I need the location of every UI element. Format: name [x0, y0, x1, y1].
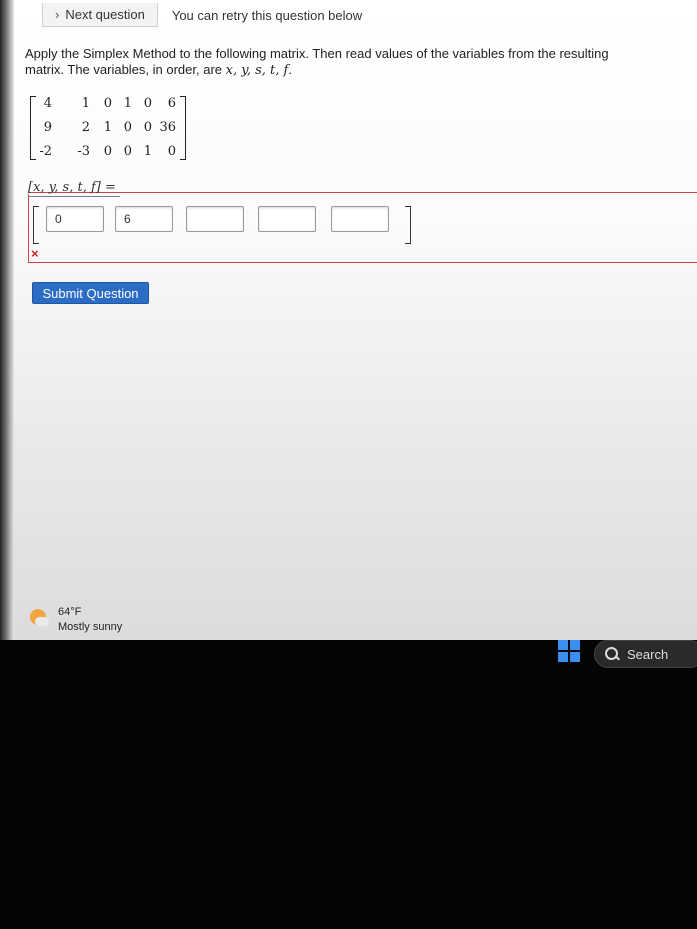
matrix-cell: 0 — [143, 96, 152, 111]
next-question-label: Next question — [65, 7, 145, 22]
next-question-button[interactable]: › Next question — [42, 3, 158, 27]
matrix-cell: 1 — [81, 96, 90, 111]
weather-condition: Mostly sunny — [58, 621, 123, 633]
monitor-bezel — [0, 0, 14, 640]
matrix-cell: 1 — [143, 144, 152, 159]
matrix-cell: 9 — [43, 120, 52, 135]
question-nav: › Next question You can retry this quest… — [42, 0, 362, 30]
browser-viewport: › Next question You can retry this quest… — [0, 0, 697, 640]
question-line-2-prefix: matrix. The variables, in order, are — [25, 62, 223, 77]
search-icon — [605, 647, 620, 661]
retry-notice: You can retry this question below — [171, 7, 363, 23]
matrix-cell: 6 — [167, 96, 176, 111]
incorrect-icon: × — [31, 246, 39, 261]
matrix-cell: 0 — [167, 144, 176, 159]
taskbar-search-label: Search — [627, 646, 669, 662]
question-variables: x, y, s, t, f — [225, 63, 289, 78]
taskbar-search[interactable]: Search — [594, 640, 697, 668]
weather-sunny-icon — [30, 609, 50, 629]
answer-label: [x, y, s, t, f] = — [28, 180, 116, 195]
vector-left-bracket — [33, 206, 39, 244]
answer-input-f[interactable] — [331, 206, 389, 232]
question-line-2-suffix: . — [288, 62, 292, 77]
answer-top-rule — [28, 192, 697, 193]
answer-input-x[interactable] — [46, 206, 104, 232]
weather-widget[interactable]: 64°F Mostly sunny — [30, 605, 122, 635]
matrix-cell: 36 — [159, 120, 176, 135]
matrix-cell: 0 — [143, 120, 152, 135]
windows-start-icon[interactable] — [558, 640, 580, 662]
matrix-right-bracket — [180, 96, 186, 160]
answer-label-underline — [28, 196, 120, 197]
matrix-cell: -3 — [77, 144, 90, 159]
submit-question-button[interactable]: Submit Question — [32, 282, 149, 304]
matrix-cell: 2 — [81, 120, 90, 135]
simplex-matrix: 4 1 0 1 0 6 9 2 1 0 0 36 -2 -3 0 0 1 0 — [30, 96, 186, 160]
weather-info: 64°F Mostly sunny — [58, 605, 122, 635]
matrix-cell: 4 — [43, 96, 52, 111]
vector-right-bracket — [405, 206, 411, 244]
chevron-right-icon: › — [55, 7, 60, 22]
weather-temperature: 64°F — [58, 606, 82, 618]
question-text: Apply the Simplex Method to the followin… — [25, 46, 695, 79]
answer-input-y[interactable] — [115, 206, 173, 232]
matrix-cell: -2 — [39, 144, 52, 159]
question-line-2: matrix. The variables, in order, are x, … — [25, 62, 695, 79]
answer-input-t[interactable] — [258, 206, 316, 232]
question-line-1: Apply the Simplex Method to the followin… — [25, 46, 609, 61]
answer-input-s[interactable] — [186, 206, 244, 232]
